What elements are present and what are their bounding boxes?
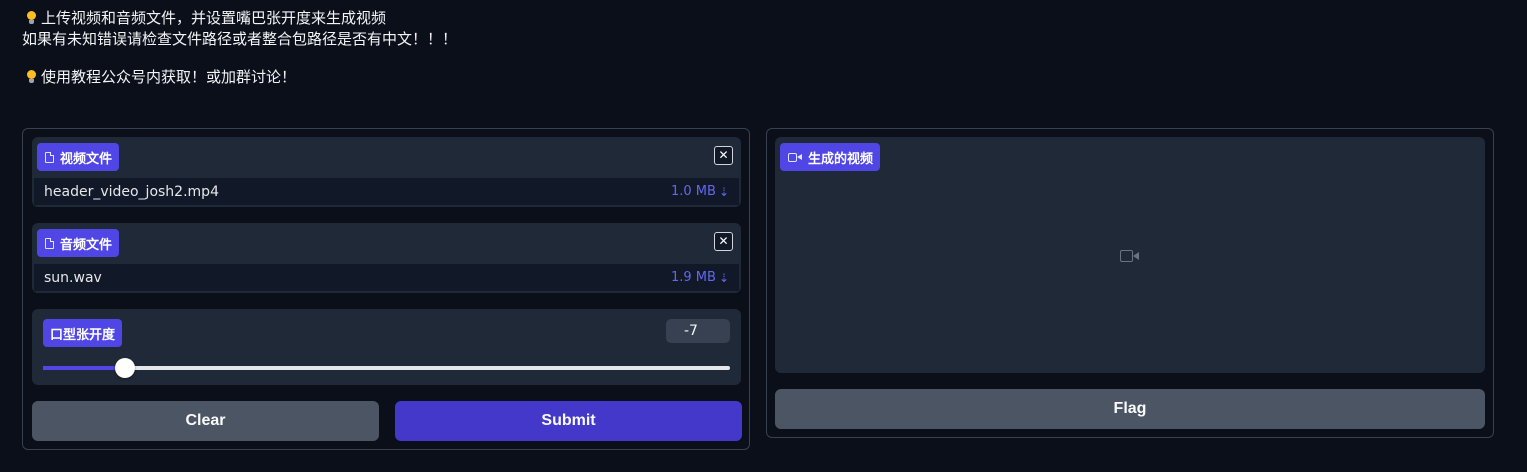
intro-line-3: 使用教程公众号内获取！或加群讨论！ xyxy=(22,67,457,88)
video-file-input[interactable]: 视频文件 ✕ header_video_josh2.mp4 1.0 MB ⇣ xyxy=(32,137,741,207)
video-camera-icon xyxy=(788,152,802,163)
audio-file-label: 音频文件 xyxy=(37,229,120,257)
audio-file-size: 1.9 MB xyxy=(670,270,716,285)
intro-line-2: 如果有未知错误请检查文件路径或者整合包路径是否有中文！！！ xyxy=(22,30,458,48)
video-placeholder-icon xyxy=(1120,249,1140,263)
mouth-opening-slider[interactable] xyxy=(43,358,730,378)
file-icon xyxy=(45,237,54,249)
intro-text: 上传视频和音频文件，并设置嘴巴张开度来生成视频 如果有未知错误请检查文件路径或者… xyxy=(22,8,457,88)
mouth-opening-label: 口型张开度 xyxy=(43,319,123,347)
clear-audio-button[interactable]: ✕ xyxy=(714,232,733,251)
slider-thumb[interactable] xyxy=(115,358,136,378)
intro-line-1: 上传视频和音频文件，并设置嘴巴张开度来生成视频 xyxy=(22,8,457,29)
output-panel: 生成的视频 Flag xyxy=(766,128,1494,438)
audio-file-name: sun.wav xyxy=(44,269,102,286)
video-file-row[interactable]: header_video_josh2.mp4 1.0 MB ⇣ xyxy=(34,178,739,205)
video-file-size: 1.0 MB xyxy=(670,184,716,199)
audio-file-input[interactable]: 音频文件 ✕ sun.wav 1.9 MB ⇣ xyxy=(32,223,741,293)
flag-button[interactable]: Flag xyxy=(775,389,1485,429)
generated-video-area: 生成的视频 xyxy=(775,137,1485,373)
lightbulb-icon xyxy=(26,70,37,84)
mouth-opening-number-input[interactable]: -7 xyxy=(666,319,730,343)
download-icon: ⇣ xyxy=(718,184,729,199)
audio-file-download[interactable]: 1.9 MB ⇣ xyxy=(671,270,729,285)
video-file-label: 视频文件 xyxy=(37,143,120,171)
clear-video-button[interactable]: ✕ xyxy=(714,146,733,165)
close-icon: ✕ xyxy=(718,148,729,162)
mouth-opening-slider-block: 口型张开度 -7 xyxy=(32,309,741,385)
input-panel: 视频文件 ✕ header_video_josh2.mp4 1.0 MB ⇣ 音… xyxy=(22,128,750,450)
audio-file-row[interactable]: sun.wav 1.9 MB ⇣ xyxy=(34,264,739,291)
video-file-download[interactable]: 1.0 MB ⇣ xyxy=(671,184,729,199)
generated-video-label: 生成的视频 xyxy=(780,143,881,171)
download-icon: ⇣ xyxy=(718,270,729,285)
slider-fill xyxy=(43,366,126,370)
file-icon xyxy=(45,151,54,163)
video-file-name: header_video_josh2.mp4 xyxy=(44,183,219,200)
submit-button[interactable]: Submit xyxy=(395,401,742,441)
lightbulb-icon xyxy=(26,11,37,25)
clear-button[interactable]: Clear xyxy=(32,401,379,441)
close-icon: ✕ xyxy=(718,234,729,248)
